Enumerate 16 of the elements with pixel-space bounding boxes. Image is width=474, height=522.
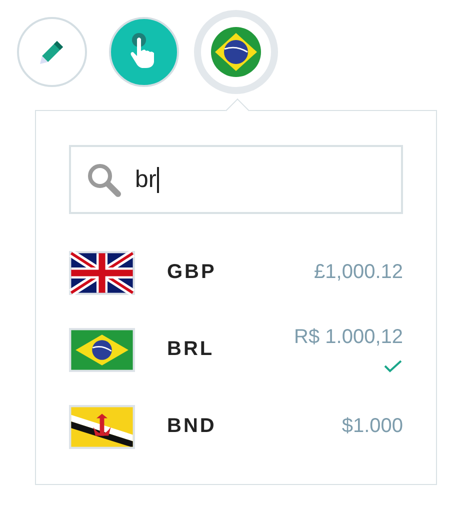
currency-amount: $1.000: [342, 415, 403, 438]
pencil-icon: [39, 39, 65, 65]
currency-code: BND: [167, 415, 218, 438]
uk-flag-icon: [69, 248, 135, 296]
currency-amount: £1,000.12: [314, 261, 403, 284]
currency-amount: R$ 1.000,12: [294, 326, 403, 349]
currency-code: BRL: [167, 338, 216, 361]
search-icon: [87, 162, 121, 196]
currency-option[interactable]: GBP £1,000.12: [69, 234, 403, 311]
brazil-flag-icon: [211, 27, 261, 77]
currency-code: GBP: [167, 261, 218, 284]
brunei-flag-icon: [69, 402, 135, 450]
search-field[interactable]: br: [69, 145, 403, 214]
currency-option[interactable]: BND $1.000: [69, 388, 403, 465]
currency-option[interactable]: BRL R$ 1.000,12: [69, 311, 403, 388]
brazil-flag-icon: [69, 326, 135, 374]
